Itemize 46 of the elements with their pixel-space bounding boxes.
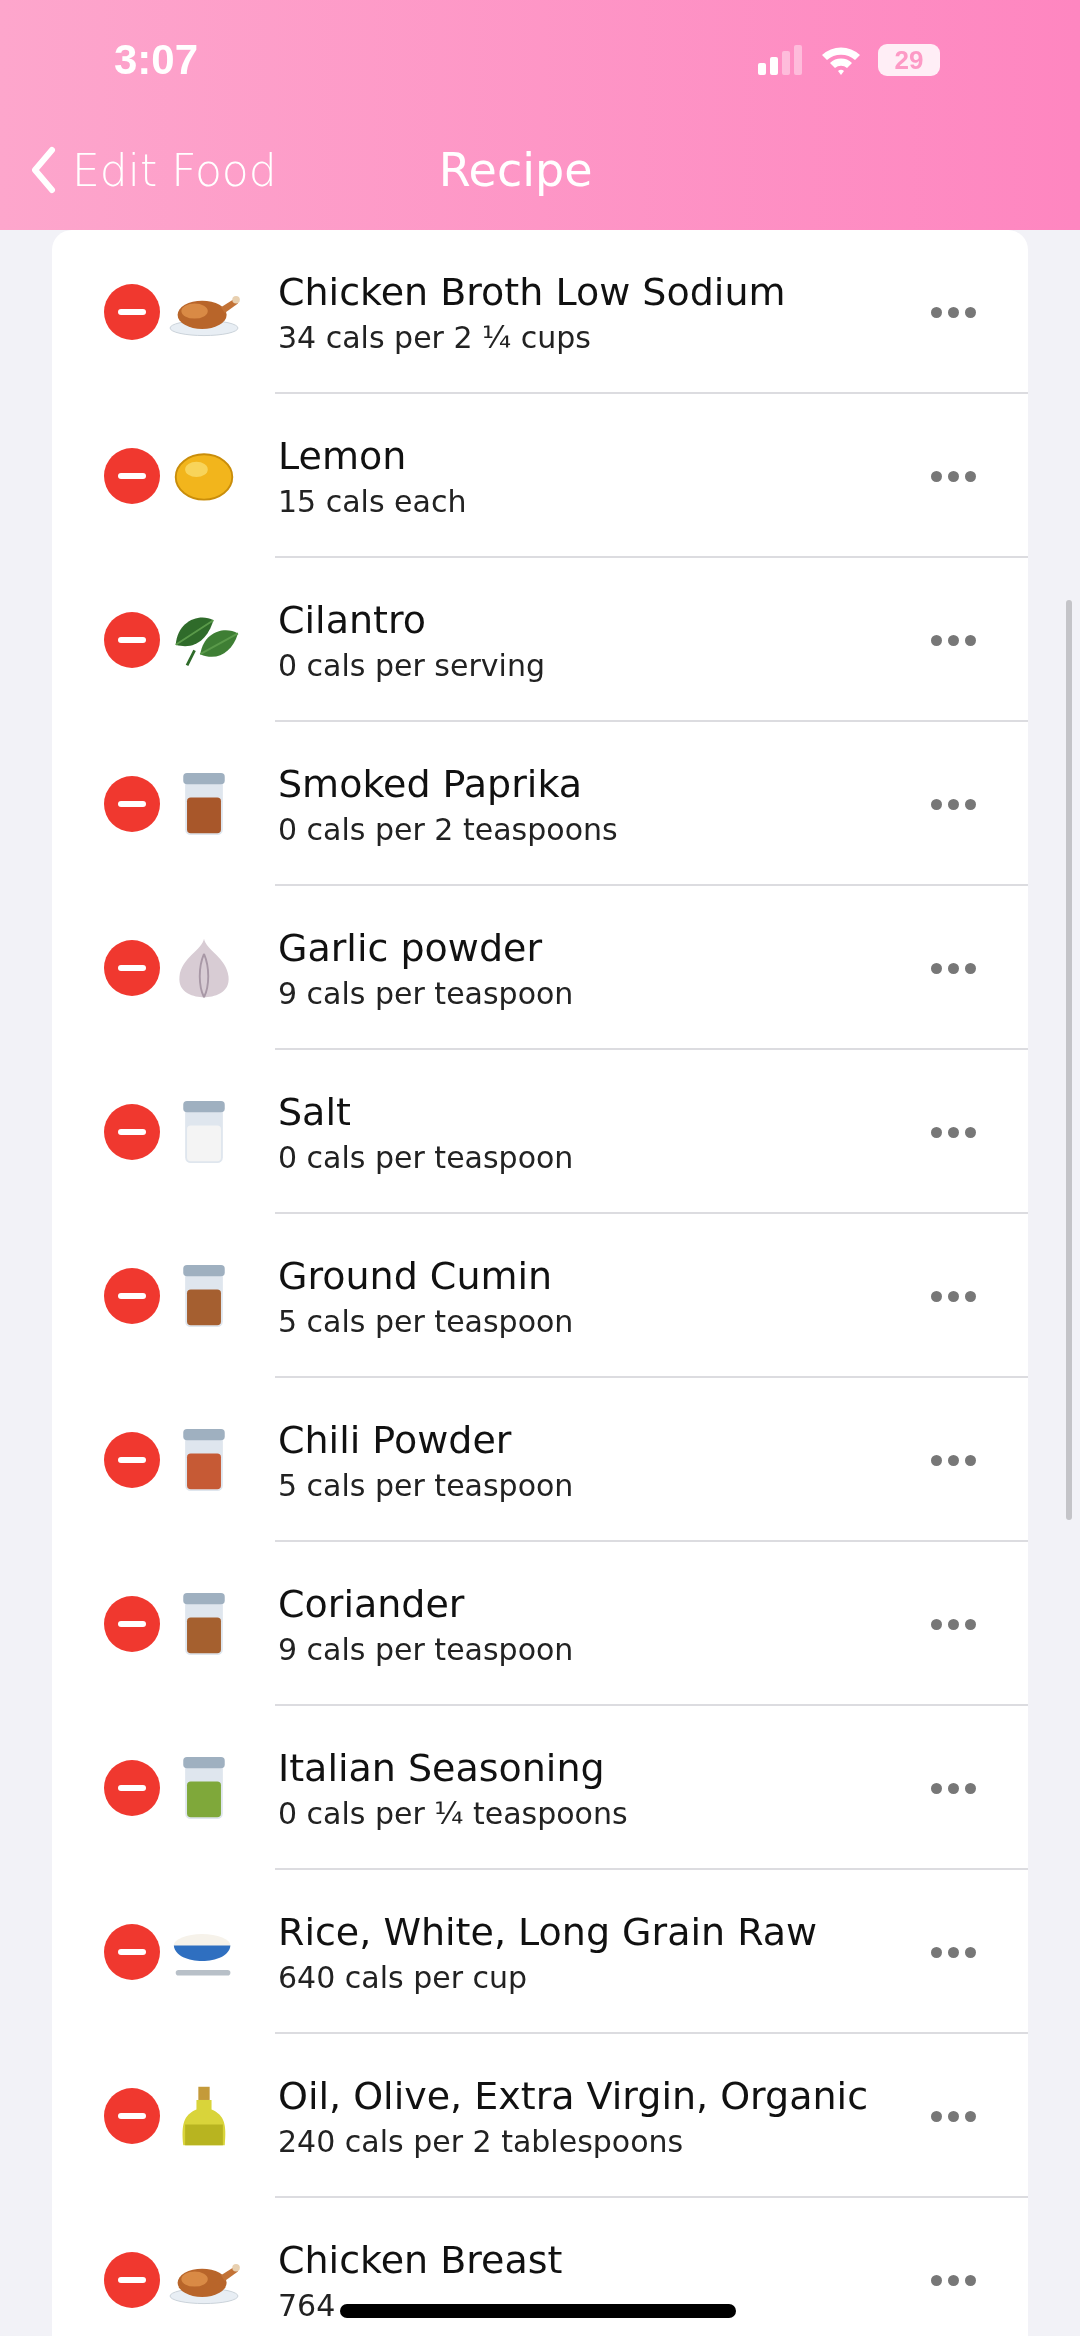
ingredient-name: Oil, Olive, Extra Virgin, Organic (278, 2073, 869, 2118)
signal-icon (758, 45, 804, 75)
ingredient-name: Smoked Paprika (278, 761, 583, 806)
calorie-info: 640 cals per cup (278, 1959, 528, 1995)
ingredient-name: Lemon (278, 433, 407, 478)
back-chevron-icon (30, 146, 56, 194)
calorie-info: 764 (278, 2287, 336, 2323)
calorie-info: 240 cals per 2 tablespoons (278, 2123, 684, 2159)
wifi-icon (820, 45, 862, 75)
remove-button[interactable] (104, 1268, 160, 1324)
ingredient-name: Chili Powder (278, 1417, 512, 1462)
remove-button[interactable] (104, 1432, 160, 1488)
ingredient-name: Coriander (278, 1581, 465, 1626)
remove-button[interactable] (104, 1924, 160, 1980)
calorie-info: 9 cals per teaspoon (278, 1631, 574, 1667)
remove-button[interactable] (104, 612, 160, 668)
calorie-info: 0 cals per serving (278, 647, 545, 683)
ingredient-name: Rice, White, Long Grain Raw (278, 1909, 818, 1954)
remove-button[interactable] (104, 448, 160, 504)
remove-button[interactable] (104, 1104, 160, 1160)
ingredient-name: Garlic powder (278, 925, 542, 970)
ingredient-name: Italian Seasoning (278, 1745, 605, 1790)
remove-button[interactable] (104, 1596, 160, 1652)
ingredient-name: Chicken Broth Low Sodium (278, 269, 786, 314)
screen-title: Recipe (438, 143, 593, 197)
ingredient-name: Salt (278, 1089, 351, 1134)
calorie-info: 5 cals per teaspoon (278, 1467, 574, 1503)
calorie-info: 0 cals per 2 teaspoons (278, 811, 618, 847)
remove-button[interactable] (104, 284, 160, 340)
remove-button[interactable] (104, 2252, 160, 2308)
ingredient-name: Ground Cumin (278, 1253, 553, 1298)
battery-icon: 29 (878, 44, 940, 76)
calorie-info: 15 cals each (278, 483, 467, 519)
calorie-info: 0 cals per teaspoon (278, 1139, 574, 1175)
ingredient-name: Cilantro (278, 597, 426, 642)
remove-button[interactable] (104, 2088, 160, 2144)
calorie-info: 9 cals per teaspoon (278, 975, 574, 1011)
calorie-info: 34 cals per 2 ¼ cups (278, 319, 591, 355)
remove-button[interactable] (104, 940, 160, 996)
calorie-info: 0 cals per ¼ teaspoons (278, 1795, 628, 1831)
ingredient-name: Chicken Breast (278, 2237, 563, 2282)
status-time: 3:07 (114, 36, 199, 84)
remove-button[interactable] (104, 1760, 160, 1816)
calorie-info: 5 cals per teaspoon (278, 1303, 574, 1339)
remove-button[interactable] (104, 776, 160, 832)
back-button[interactable]: Edit Food (30, 144, 277, 196)
